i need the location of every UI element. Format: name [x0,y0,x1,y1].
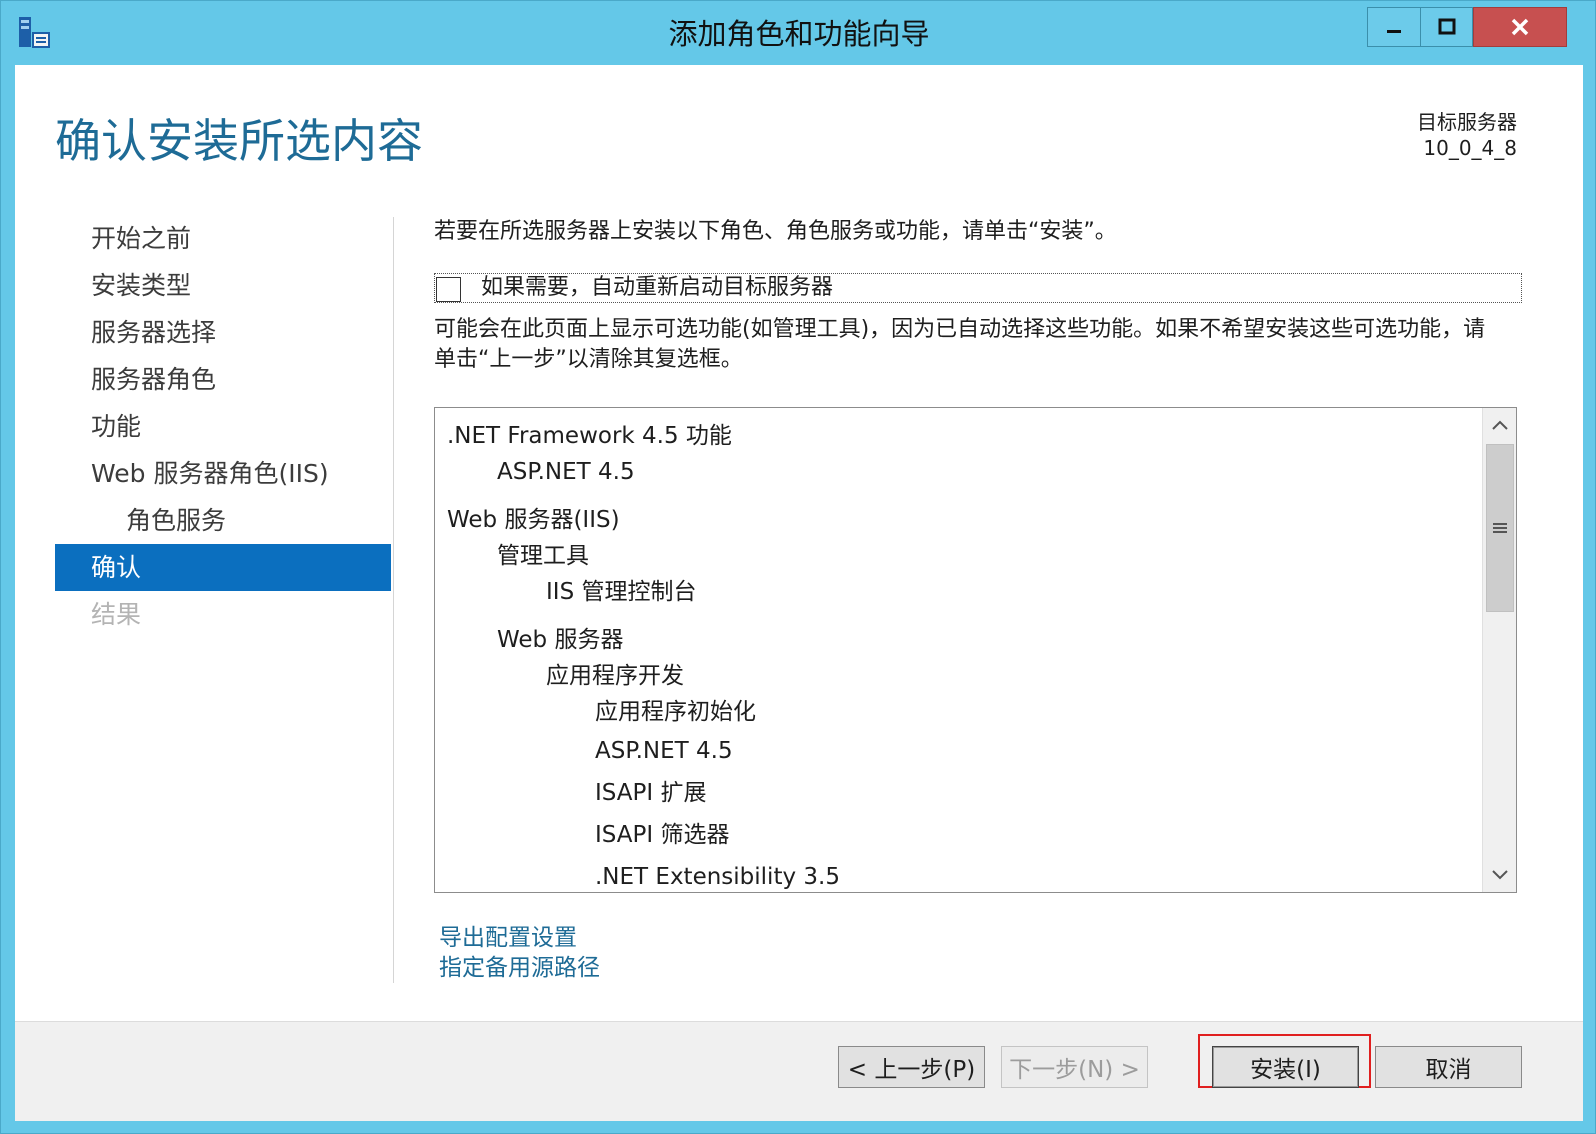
nav-item-web-server-role[interactable]: Web 服务器角色(IIS) [55,450,391,497]
chevron-up-icon [1492,420,1508,430]
nav-item-confirmation[interactable]: 确认 [55,544,391,591]
next-button: 下一步(N) > [1001,1046,1148,1088]
features-list-inner: .NET Framework 4.5 功能 ASP.NET 4.5 Web 服务… [447,418,1477,892]
links-area: 导出配置设置 指定备用源路径 [439,923,600,983]
minimize-icon [1387,30,1401,33]
features-scrollbar[interactable] [1482,408,1516,892]
list-item: 应用程序开发 [546,663,684,689]
list-item: ASP.NET 4.5 [497,459,635,485]
wizard-client-area: 确认安装所选内容 目标服务器 10_0_4_8 开始之前 安装类型 服务器选择 … [15,65,1583,1121]
page-title: 确认安装所选内容 [55,114,423,168]
cancel-button[interactable]: 取消 [1375,1046,1522,1088]
title-bar[interactable]: 添加角色和功能向导 [1,1,1596,65]
nav-item-installation-type[interactable]: 安装类型 [55,262,391,309]
wizard-window: 添加角色和功能向导 确认安装所选内容 目标服务器 10_0_4_8 开始之前 安… [0,0,1596,1134]
list-item: ASP.NET 4.5 [595,738,733,764]
auto-restart-checkbox[interactable] [436,277,461,302]
close-icon [1511,18,1529,36]
selected-features-list[interactable]: .NET Framework 4.5 功能 ASP.NET 4.5 Web 服务… [434,407,1517,893]
nav-item-role-services[interactable]: 角色服务 [55,497,391,544]
list-item: ISAPI 扩展 [595,780,707,806]
grip-icon [1493,523,1507,533]
list-item: IIS 管理控制台 [546,579,697,605]
previous-button[interactable]: < 上一步(P) [838,1046,985,1088]
scroll-up-button[interactable] [1485,410,1515,440]
target-server-value: 10_0_4_8 [1423,136,1517,160]
nav-item-before-you-begin[interactable]: 开始之前 [55,215,391,262]
close-button[interactable] [1473,7,1567,47]
wizard-nav: 开始之前 安装类型 服务器选择 服务器角色 功能 Web 服务器角色(IIS) … [55,215,391,638]
target-server: 目标服务器 10_0_4_8 [1417,109,1517,161]
install-button[interactable]: 安装(I) [1212,1046,1359,1088]
list-item: 应用程序初始化 [595,699,756,725]
confirmation-content: 若要在所选服务器上安装以下角色、角色服务或功能，请单击“安装”。 如果需要，自动… [434,215,1532,981]
list-item: .NET Extensibility 3.5 [595,864,840,890]
list-item: .NET Framework 4.5 功能 [447,423,732,449]
scroll-down-button[interactable] [1485,860,1515,890]
target-server-label: 目标服务器 [1417,110,1517,134]
nav-item-server-roles[interactable]: 服务器角色 [55,356,391,403]
auto-restart-label[interactable]: 如果需要，自动重新启动目标服务器 [481,271,833,305]
alternate-source-link[interactable]: 指定备用源路径 [439,953,600,983]
instruction-text: 若要在所选服务器上安装以下角色、角色服务或功能，请单击“安装”。 [434,219,1117,244]
nav-item-results: 结果 [91,600,142,629]
list-item: Web 服务器 [497,627,624,653]
list-item: Web 服务器(IIS) [447,507,620,533]
wizard-footer: < 上一步(P) 下一步(N) > 安装(I) 取消 [15,1021,1583,1121]
maximize-icon [1438,18,1455,35]
optional-features-note: 可能会在此页面上显示可选功能(如管理工具)，因为已自动选择这些功能。如果不希望安… [434,317,1486,372]
scroll-thumb[interactable] [1486,444,1514,612]
auto-restart-option[interactable]: 如果需要，自动重新启动目标服务器 [434,273,1522,303]
list-item: ISAPI 筛选器 [595,822,730,848]
export-config-link[interactable]: 导出配置设置 [439,923,600,953]
nav-divider [393,217,394,983]
maximize-button[interactable] [1421,7,1473,47]
nav-item-features[interactable]: 功能 [55,403,391,450]
list-item: 管理工具 [497,543,589,569]
nav-item-server-selection[interactable]: 服务器选择 [55,309,391,356]
window-title: 添加角色和功能向导 [668,17,930,51]
chevron-down-icon [1492,870,1508,880]
minimize-button[interactable] [1367,7,1421,47]
